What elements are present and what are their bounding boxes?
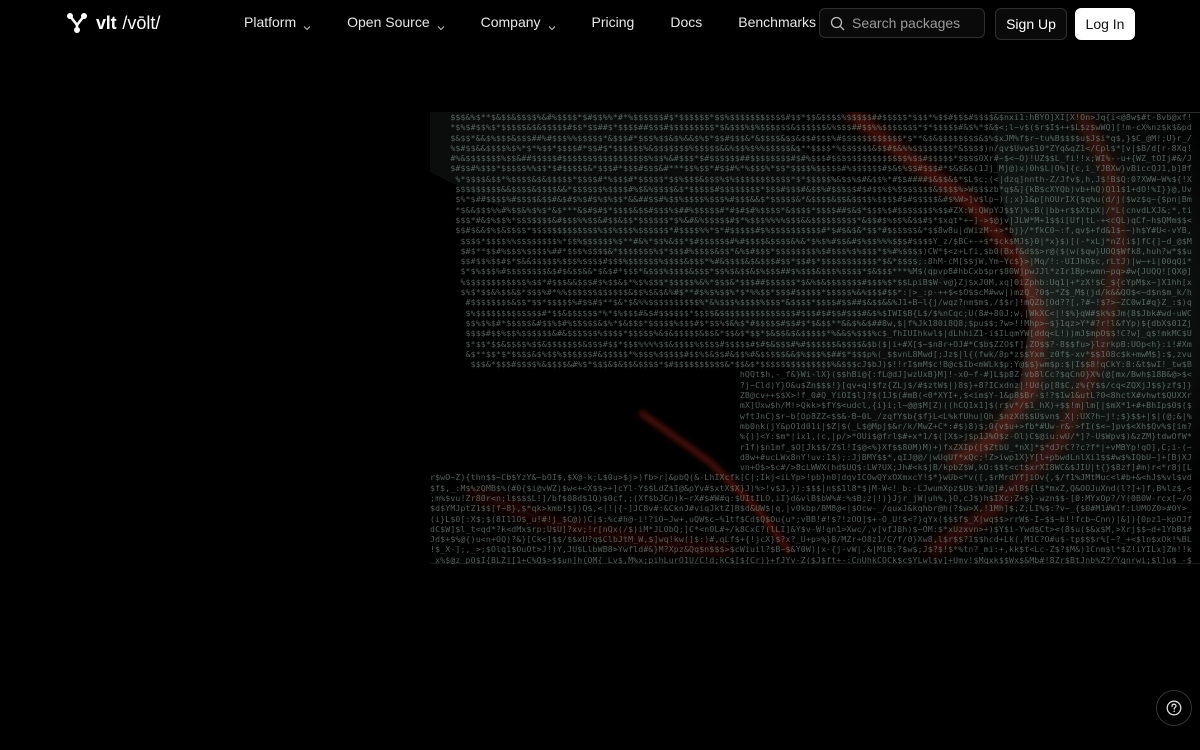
- brand-pronunciation: /vōlt/: [122, 12, 161, 33]
- search-icon: [830, 16, 845, 31]
- nav-item-company[interactable]: Company: [481, 14, 556, 30]
- help-button[interactable]: [1156, 690, 1192, 726]
- brand-home-link[interactable]: vlt /vōlt/: [66, 12, 160, 34]
- nav-item-label: Docs: [670, 14, 703, 30]
- search-box[interactable]: [819, 8, 985, 38]
- chevron-down-icon: [548, 19, 556, 30]
- log-in-button[interactable]: Log In: [1075, 8, 1135, 40]
- brand-name: vlt: [96, 12, 117, 33]
- nav-item-label: Platform: [244, 14, 297, 30]
- site-header: vlt /vōlt/ Platform Open Source Company: [0, 0, 1200, 48]
- nav-item-label: Benchmarks: [738, 14, 817, 30]
- nav-item-open-source[interactable]: Open Source: [347, 14, 445, 30]
- nav-item-label: Pricing: [591, 14, 635, 30]
- chevron-down-icon: [437, 19, 445, 30]
- question-circle-icon: [1166, 700, 1182, 716]
- hero-art-shading: [430, 112, 1200, 564]
- sign-up-button[interactable]: Sign Up: [995, 8, 1067, 40]
- chevron-down-icon: [303, 19, 311, 30]
- nav-item-docs[interactable]: Docs: [670, 14, 702, 30]
- nav-item-benchmarks[interactable]: Benchmarks: [738, 14, 816, 30]
- page: vlt /vōlt/ Platform Open Source Company: [0, 0, 1200, 750]
- search-input[interactable]: [852, 15, 980, 31]
- nav-item-label: Open Source: [347, 14, 430, 30]
- nav-item-platform[interactable]: Platform: [244, 14, 311, 30]
- main-nav: Platform Open Source Company Pricing Doc…: [244, 14, 816, 30]
- nav-item-pricing[interactable]: Pricing: [592, 14, 635, 30]
- nav-item-label: Company: [480, 14, 541, 30]
- vlt-logo-icon: [66, 12, 88, 34]
- ascii-art-hand-image: $$$&%$**$&$$&$$$$%&#%$$$$*$#$$%%*#*%$$$$…: [430, 112, 1200, 564]
